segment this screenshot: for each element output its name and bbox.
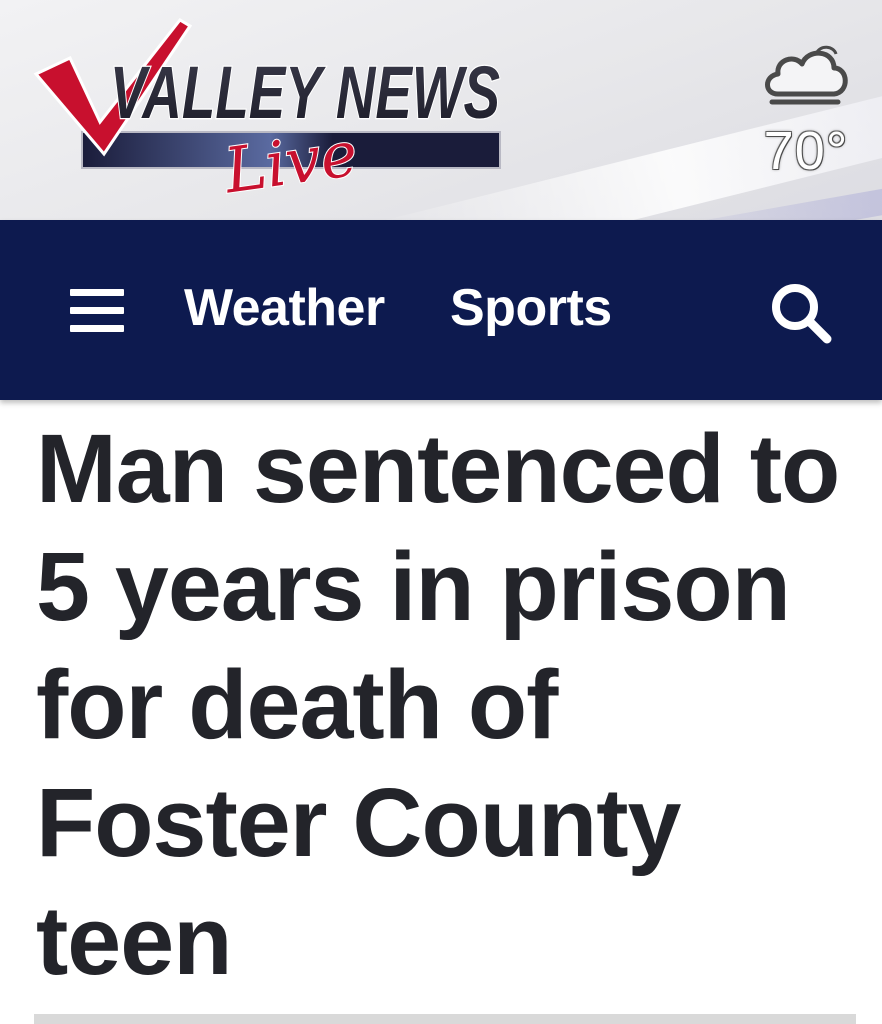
logo-graphic: VALLEY NEWS Live xyxy=(33,18,501,204)
weather-widget[interactable]: 70° xyxy=(750,36,862,186)
nav-link-sports[interactable]: Sports xyxy=(450,278,612,338)
logo-title: VALLEY NEWS xyxy=(110,51,500,134)
search-icon xyxy=(772,284,832,344)
content-divider xyxy=(34,1014,856,1024)
hamburger-line xyxy=(70,307,124,314)
hamburger-line xyxy=(70,289,124,296)
search-button[interactable] xyxy=(768,280,834,346)
article-headline: Man sentenced to 5 years in prison for d… xyxy=(36,414,840,995)
cloud-icon xyxy=(765,45,848,105)
main-nav-bar: Weather Sports xyxy=(0,220,882,400)
site-header: VALLEY NEWS Live 70° xyxy=(0,0,882,220)
nav-link-weather[interactable]: Weather xyxy=(184,278,385,338)
valley-news-live-logo[interactable]: VALLEY NEWS Live xyxy=(30,14,510,204)
hamburger-line xyxy=(70,325,124,332)
weather-temperature: 70° xyxy=(763,121,849,181)
hamburger-menu-icon[interactable] xyxy=(70,285,124,337)
